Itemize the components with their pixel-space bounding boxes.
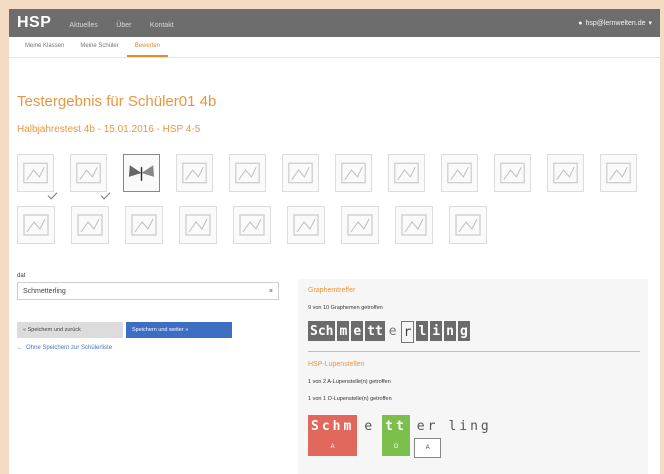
thumbnail-row [17, 206, 637, 244]
strategy-group: e [361, 415, 378, 438]
thumbnail-15[interactable] [125, 206, 163, 244]
tab-meine-schueler[interactable]: Meine Schüler [72, 43, 126, 57]
back-to-list-label: Ohne Speichern zur Schülerliste [26, 345, 113, 351]
thumbnail-8[interactable] [388, 154, 425, 192]
user-icon: ● [578, 19, 583, 27]
clear-icon[interactable]: × [269, 288, 273, 295]
thumbnail-19[interactable] [341, 206, 379, 244]
grapheme-letter: i [430, 321, 443, 341]
thumbnail-17[interactable] [233, 206, 271, 244]
grapheme-letter: m [337, 321, 350, 341]
strategy-mark: A [308, 438, 358, 456]
thumbnail-12[interactable] [600, 154, 637, 192]
strategy-letters: Schm Ae tt Oer Aling [308, 415, 499, 458]
strategy-group: er A [413, 415, 442, 458]
caret-down-icon: ▾ [648, 20, 652, 27]
grapheme-letter: g [457, 321, 470, 341]
thumbnail-14[interactable] [71, 206, 109, 244]
strategy-heading: HSP-Lupenstellen [308, 361, 365, 368]
thumbnail-7[interactable] [335, 154, 372, 192]
strategy-summary-o: 1 von 1 O-Lupenstelle(n) getroffen [308, 396, 392, 402]
thumbnail-21[interactable] [449, 206, 487, 244]
thumbnail-4[interactable] [176, 154, 213, 192]
word-input[interactable]: Schmetterling × [17, 282, 279, 300]
answer-panel: dat Schmetterling × « Speichern und zurü… [17, 273, 279, 351]
thumbnail-9[interactable] [441, 154, 478, 192]
strategy-letters-text: ling [448, 419, 492, 434]
strategy-group: Schm A [308, 415, 358, 456]
nav-link-aktuelles[interactable]: Aktuelles [69, 22, 97, 29]
back-to-list-link[interactable]: ← Ohne Speichern zur Schülerliste [17, 345, 279, 351]
result-panel: Graphemtreffer 9 von 10 Graphemen getrof… [298, 279, 648, 474]
nav-link-ueber[interactable]: Über [116, 22, 131, 29]
brand-logo[interactable]: HSP [17, 14, 51, 32]
strategy-mark: O [382, 438, 410, 456]
strategy-summary-a: 1 von 2 A-Lupenstelle(n) getroffen [308, 379, 391, 385]
grapheme-letters: Sch m e tt e r l i n g [308, 321, 470, 343]
page-subtitle: Halbjahrestest 4b - 15.01.2016 - HSP 4-5 [17, 124, 201, 135]
grapheme-letter: e [351, 321, 364, 341]
grapheme-letter: e [388, 323, 397, 339]
page-title: Testergebnis für Schüler01 4b [17, 93, 217, 110]
word-thumbnail-grid [17, 154, 637, 258]
thumbnail-5[interactable] [229, 154, 266, 192]
user-menu[interactable]: ● hsp@lernwelten.de ▾ [578, 19, 652, 28]
grapheme-summary: 9 von 10 Graphemen getroffen [308, 305, 383, 311]
thumbnail-1[interactable] [17, 154, 58, 200]
strategy-group: tt O [382, 415, 410, 456]
thumbnail-20[interactable] [395, 206, 433, 244]
strategy-letters-text: er [416, 419, 439, 434]
grapheme-letter: l [416, 321, 429, 341]
check-icon [100, 189, 111, 200]
grapheme-letter: Sch [308, 321, 336, 341]
save-and-back-button[interactable]: « Speichern und zurück [17, 322, 123, 338]
nav-link-kontakt[interactable]: Kontakt [150, 22, 174, 29]
top-navbar: HSP Aktuelles Über Kontakt ● hsp@lernwel… [9, 9, 660, 37]
strategy-letters-text: e [364, 419, 376, 434]
word-field-label: dat [17, 273, 26, 279]
word-input-value: Schmetterling [23, 287, 66, 295]
thumbnail-10[interactable] [494, 154, 531, 192]
strategy-letters-text: Schm [308, 415, 358, 438]
user-email: hsp@lernwelten.de [585, 19, 646, 27]
tab-bewerten[interactable]: Bewerten [126, 43, 169, 57]
thumbnail-3[interactable] [123, 154, 160, 192]
thumbnail-11[interactable] [547, 154, 584, 192]
thumbnail-18[interactable] [287, 206, 325, 244]
grapheme-letter: r [400, 321, 415, 343]
thumbnail-row [17, 154, 637, 200]
grapheme-letter: tt [365, 321, 385, 341]
strategy-mark: A [413, 438, 442, 458]
thumbnail-2[interactable] [70, 154, 111, 200]
strategy-group: ling [445, 415, 494, 438]
save-and-next-button[interactable]: Speichern und weiter » [126, 322, 232, 338]
arrow-left-icon: ← [17, 345, 23, 351]
check-icon [47, 189, 58, 200]
divider [308, 351, 640, 352]
button-group: « Speichern und zurück Speichern und wei… [17, 322, 279, 338]
grapheme-heading: Graphemtreffer [308, 287, 356, 294]
grapheme-letter: n [444, 321, 456, 341]
app-window: HSP Aktuelles Über Kontakt ● hsp@lernwel… [9, 9, 660, 474]
strategy-letters-text: tt [382, 415, 410, 438]
tab-meine-klassen[interactable]: Meine Klassen [17, 43, 72, 57]
sub-nav: Meine Klassen Meine Schüler Bewerten [9, 37, 660, 58]
thumbnail-6[interactable] [282, 154, 319, 192]
thumbnail-16[interactable] [179, 206, 217, 244]
top-nav: Aktuelles Über Kontakt [69, 14, 187, 32]
thumbnail-13[interactable] [17, 206, 55, 244]
